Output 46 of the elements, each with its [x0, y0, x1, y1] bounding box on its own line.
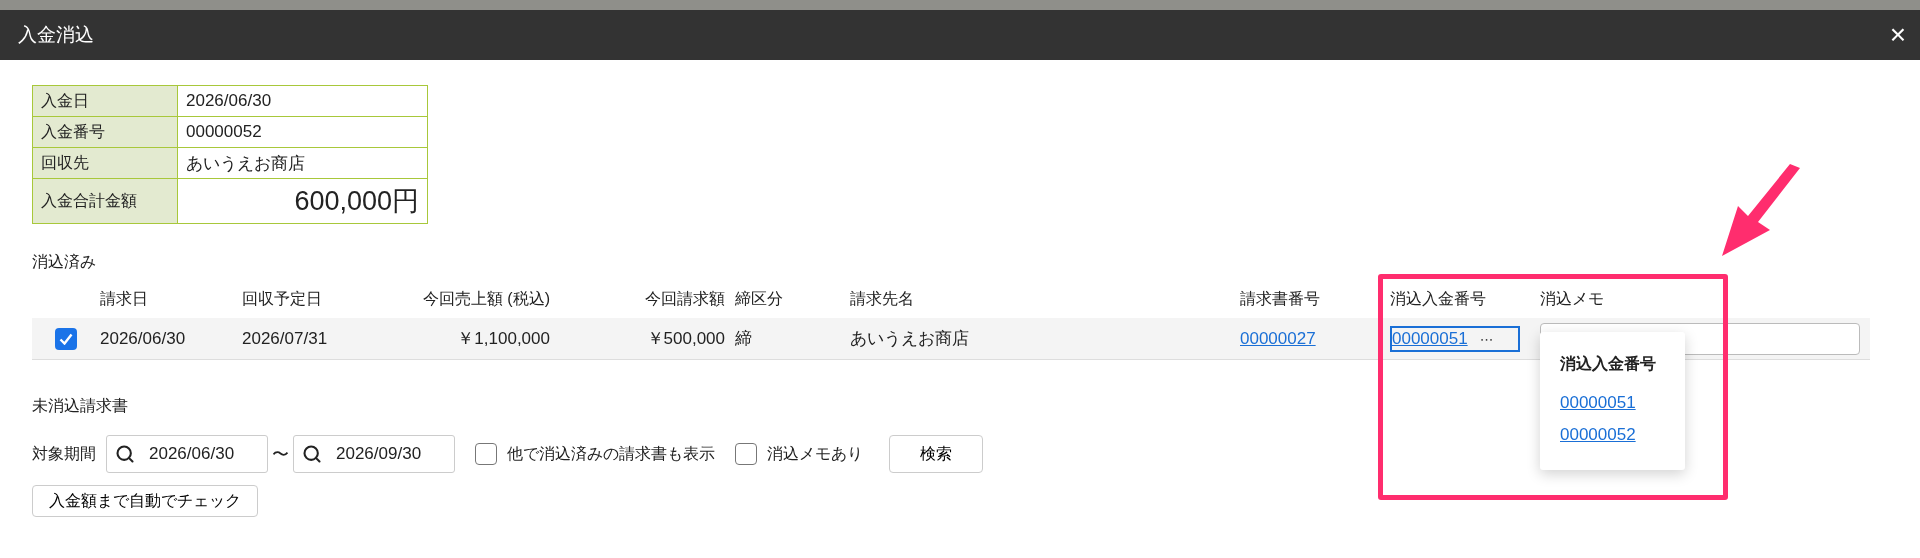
- summary-value: あいうえお商店: [177, 147, 428, 179]
- period-label: 対象期間: [32, 443, 96, 464]
- checkbox-label: 他で消込済みの請求書も表示: [507, 443, 715, 464]
- column-header: 請求先名: [850, 289, 915, 309]
- table-cell: あいうえお商店: [850, 318, 1240, 360]
- summary-label: 入金合計金額: [32, 178, 178, 224]
- summary-value: 00000052: [177, 116, 428, 148]
- column-header: 今回売上額 (税込): [421, 289, 551, 309]
- column-header: 締区分: [735, 289, 784, 309]
- more-button[interactable]: ⋯: [1479, 330, 1494, 347]
- search-icon: [302, 444, 322, 464]
- summary-label: 入金日: [32, 85, 178, 117]
- table-cell: 2026/06/30: [100, 318, 242, 360]
- section-heading: 消込済み: [32, 252, 96, 272]
- payment-link[interactable]: 00000051: [1560, 393, 1685, 413]
- table-cell: 締: [735, 318, 850, 360]
- range-separator: 〜: [272, 443, 289, 466]
- payment-link[interactable]: 00000052: [1560, 425, 1685, 445]
- checkbox[interactable]: [475, 443, 497, 465]
- section-heading: 未消込請求書: [32, 396, 128, 416]
- column-header: 回収予定日: [242, 289, 323, 309]
- search-button[interactable]: 検索: [889, 435, 983, 473]
- column-header: 消込入金番号: [1390, 289, 1487, 309]
- column-header: 請求日: [100, 289, 149, 309]
- close-button[interactable]: ×: [1885, 21, 1910, 49]
- check-icon: [59, 332, 73, 345]
- date-field[interactable]: 2026/06/30: [106, 435, 268, 473]
- checkbox[interactable]: [735, 443, 757, 465]
- search-icon: [115, 444, 135, 464]
- popup-title: 消込入金番号: [1560, 354, 1657, 374]
- date-field[interactable]: 2026/09/30: [293, 435, 455, 473]
- table-cell: ￥500,000: [560, 318, 735, 360]
- column-header: 消込メモ: [1540, 289, 1605, 309]
- checkbox-label: 消込メモあり: [767, 443, 863, 464]
- dialog-title: 入金消込: [18, 23, 94, 47]
- summary-label: 回収先: [32, 147, 178, 179]
- table-cell: ￥1,100,000: [400, 318, 560, 360]
- summary-label: 入金番号: [32, 116, 178, 148]
- summary-value: 2026/06/30: [177, 85, 428, 117]
- auto-check-button[interactable]: 入金額まで自動でチェック: [32, 485, 258, 517]
- summary-value: 600,000円: [177, 178, 428, 224]
- column-header: 請求書番号: [1240, 289, 1321, 309]
- row-checkbox[interactable]: [55, 327, 77, 350]
- table-cell: 2026/07/31: [242, 318, 400, 360]
- payment-link[interactable]: 00000051: [1392, 328, 1468, 349]
- column-header: 今回請求額: [644, 289, 726, 309]
